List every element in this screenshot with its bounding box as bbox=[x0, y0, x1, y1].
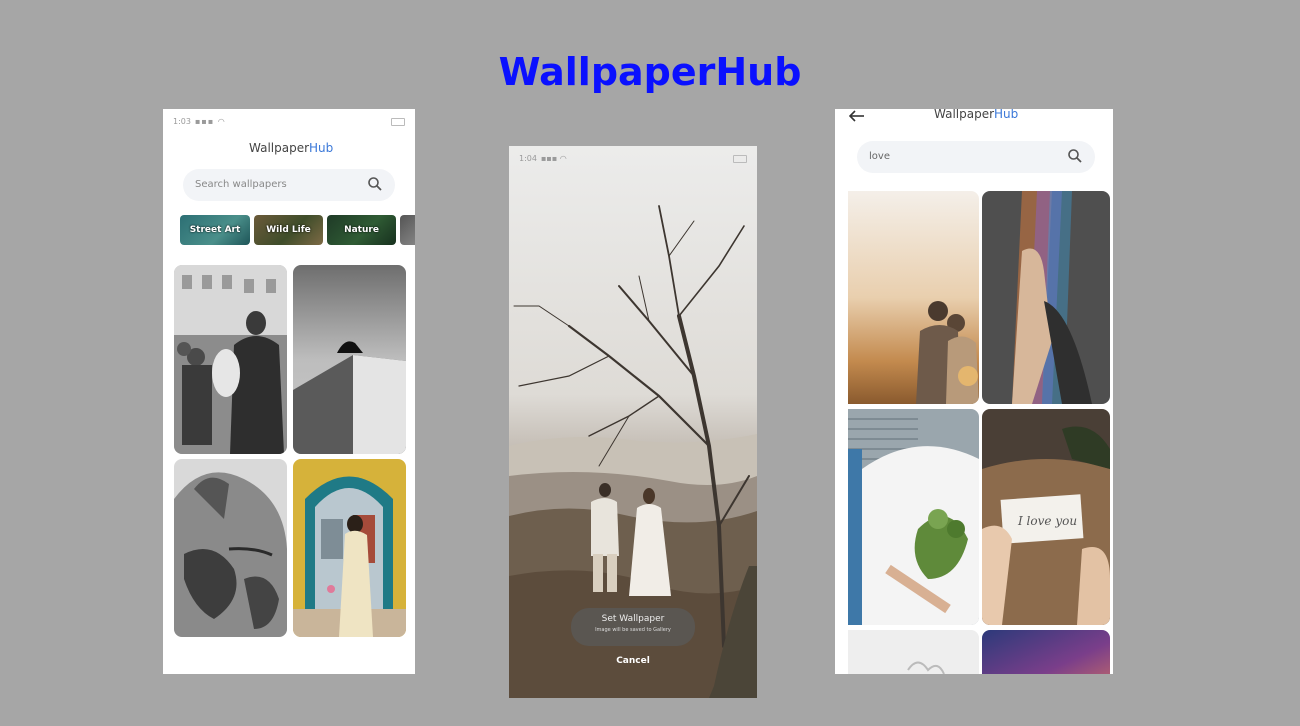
search-input[interactable]: love bbox=[857, 141, 1095, 173]
cancel-button[interactable]: Cancel bbox=[509, 656, 757, 666]
wallpaper-tile[interactable] bbox=[848, 409, 979, 625]
wallpaper-tile[interactable] bbox=[174, 265, 287, 454]
search-placeholder: Search wallpapers bbox=[195, 179, 287, 190]
page-title: WallpaperHub bbox=[498, 50, 802, 94]
wallpaper-tile[interactable] bbox=[293, 459, 406, 637]
set-wallpaper-subtext: Image will be saved to Gallery bbox=[595, 627, 671, 633]
search-value: love bbox=[869, 151, 890, 162]
wallpaper-tile[interactable] bbox=[174, 459, 287, 637]
signal-icon: ▪▪▪ ◠ bbox=[541, 154, 567, 163]
status-time: 1:03 bbox=[173, 117, 191, 126]
signal-icon: ▪▪▪ ◠ bbox=[195, 117, 226, 126]
app-title-hub: Hub bbox=[994, 109, 1019, 121]
wallpaper-tile[interactable] bbox=[848, 630, 979, 674]
set-wallpaper-button[interactable]: Set Wallpaper Image will be saved to Gal… bbox=[571, 608, 695, 646]
wallpaper-tile[interactable]: I love you bbox=[982, 409, 1110, 625]
back-arrow-icon[interactable] bbox=[849, 110, 865, 122]
wallpaper-tile[interactable] bbox=[848, 191, 979, 404]
app-title-wallpaper: Wallpaper bbox=[934, 109, 995, 121]
search-input[interactable]: Search wallpapers bbox=[183, 169, 395, 201]
battery-icon bbox=[391, 118, 405, 126]
set-wallpaper-label: Set Wallpaper bbox=[601, 614, 665, 624]
app-title: WallpaperHub bbox=[934, 109, 1018, 121]
search-icon[interactable] bbox=[1067, 148, 1083, 164]
wallpaper-tile[interactable] bbox=[293, 265, 406, 454]
svg-text:I love you: I love you bbox=[1017, 514, 1077, 528]
phone-screen-search: WallpaperHub love I love you bbox=[835, 109, 1113, 674]
category-chip-street-art[interactable]: Street Art bbox=[180, 215, 250, 245]
wallpaper-tile[interactable] bbox=[982, 630, 1110, 674]
wallpaper-tile[interactable] bbox=[982, 191, 1110, 404]
category-chip-nature[interactable]: Nature bbox=[327, 215, 396, 245]
app-title-hub: Hub bbox=[309, 141, 334, 155]
app-title: WallpaperHub bbox=[249, 141, 333, 155]
category-chip-wild-life[interactable]: Wild Life bbox=[254, 215, 323, 245]
phone-screen-preview: 1:04 ▪▪▪ ◠ Set Wallpaper Image will be s… bbox=[509, 146, 757, 698]
category-chip-more[interactable] bbox=[400, 215, 415, 245]
status-time: 1:04 bbox=[519, 154, 537, 163]
phone-screen-home: 1:03 ▪▪▪ ◠ WallpaperHub Search wallpaper… bbox=[163, 109, 415, 674]
search-icon[interactable] bbox=[367, 176, 383, 192]
battery-icon bbox=[733, 155, 747, 163]
app-title-wallpaper: Wallpaper bbox=[249, 141, 310, 155]
